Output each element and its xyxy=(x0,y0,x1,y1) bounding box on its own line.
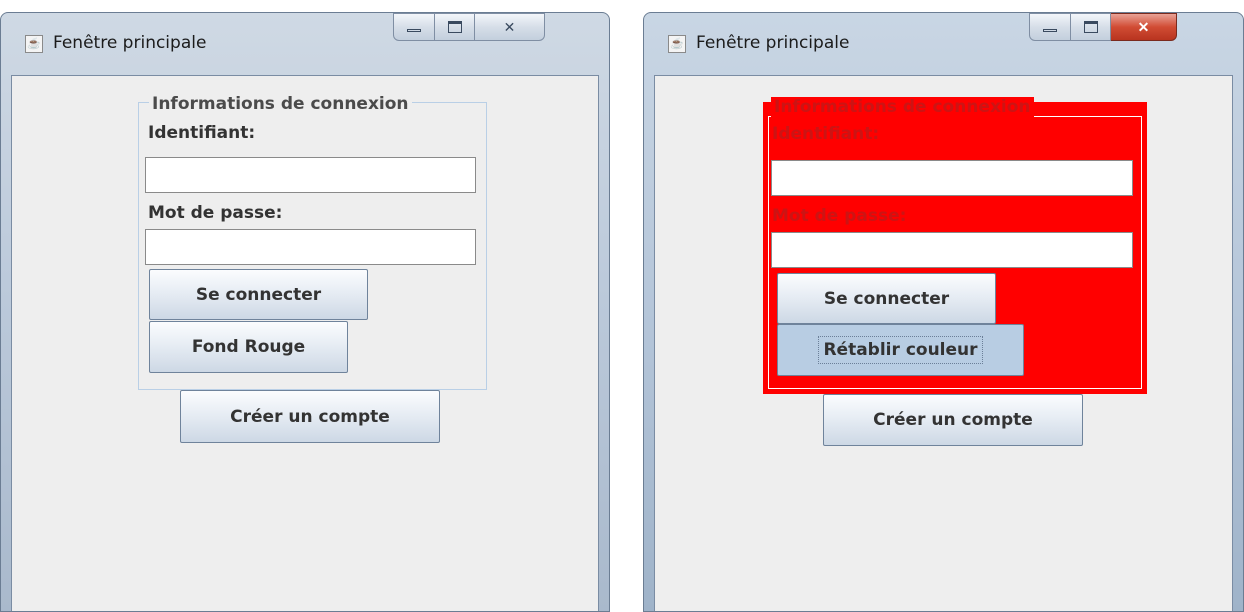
reset-color-button[interactable]: Rétablir couleur xyxy=(777,324,1024,376)
password-input[interactable] xyxy=(145,229,476,265)
java-app-icon[interactable]: ☕ xyxy=(668,35,686,53)
close-icon: ✕ xyxy=(1137,18,1150,35)
create-account-button[interactable]: Créer un compte xyxy=(180,390,440,443)
window-controls: ✕ xyxy=(393,13,545,55)
window-controls: ✕ xyxy=(1029,13,1177,55)
username-input[interactable] xyxy=(771,160,1133,196)
title-bar[interactable]: ☕ Fenêtre principale ✕ xyxy=(644,13,1243,75)
maximize-button[interactable] xyxy=(435,13,475,41)
title-bar[interactable]: ☕ Fenêtre principale ✕ xyxy=(1,13,609,75)
red-background-button[interactable]: Fond Rouge xyxy=(149,321,348,373)
minimize-icon xyxy=(1043,28,1057,32)
java-app-icon[interactable]: ☕ xyxy=(25,35,43,53)
create-account-button[interactable]: Créer un compte xyxy=(823,394,1083,446)
password-label: Mot de passe: xyxy=(148,203,283,223)
minimize-button[interactable] xyxy=(1029,13,1071,41)
minimize-icon xyxy=(407,28,421,32)
password-input[interactable] xyxy=(771,232,1133,268)
username-label: Identifiant: xyxy=(148,123,256,143)
close-icon: ✕ xyxy=(503,18,516,35)
close-button[interactable]: ✕ xyxy=(1111,13,1177,41)
content-pane: Informations de connexion Identifiant: M… xyxy=(11,75,599,611)
connect-button[interactable]: Se connecter xyxy=(149,269,368,320)
window-title: Fenêtre principale xyxy=(53,33,207,53)
connect-button[interactable]: Se connecter xyxy=(777,273,996,324)
maximize-icon xyxy=(447,21,462,33)
content-pane: Informations de connexion Identifiant: M… xyxy=(654,75,1233,611)
username-label: Identifiant: xyxy=(772,124,880,144)
window-title: Fenêtre principale xyxy=(696,33,850,53)
main-window-default: ☕ Fenêtre principale ✕ Informations de c… xyxy=(0,12,610,612)
username-input[interactable] xyxy=(145,157,476,193)
password-label: Mot de passe: xyxy=(772,206,907,226)
login-fieldset: Informations de connexion Identifiant: M… xyxy=(763,97,1147,394)
close-button[interactable]: ✕ xyxy=(475,13,545,41)
fieldset-legend: Informations de connexion xyxy=(771,97,1034,117)
reset-color-label: Rétablir couleur xyxy=(818,336,983,364)
maximize-button[interactable] xyxy=(1071,13,1111,41)
fieldset-legend: Informations de connexion xyxy=(149,94,412,114)
maximize-icon xyxy=(1083,21,1098,33)
minimize-button[interactable] xyxy=(393,13,435,41)
main-window-red: ☕ Fenêtre principale ✕ Informations de c… xyxy=(643,12,1244,612)
login-fieldset: Informations de connexion Identifiant: M… xyxy=(138,94,487,390)
